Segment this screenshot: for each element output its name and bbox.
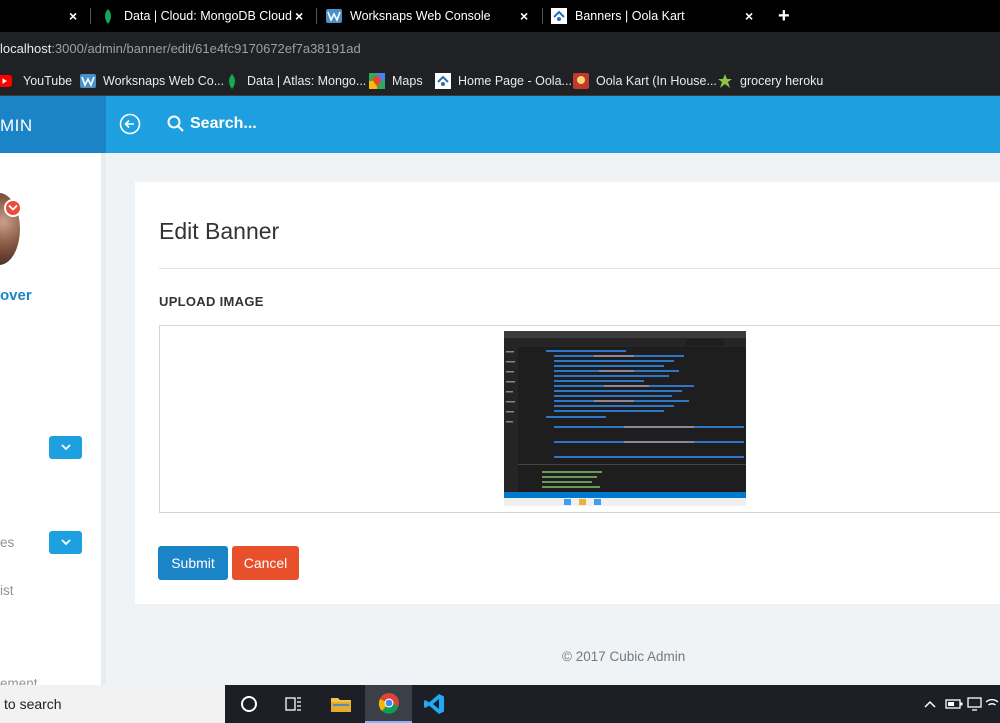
oola-icon: [551, 8, 567, 24]
app-header: [106, 96, 1000, 153]
chevron-down-icon: [8, 204, 18, 211]
submit-button[interactable]: Submit: [158, 546, 228, 580]
bookmarks-bar: YouTube Worksnaps Web Co... Data | Atlas…: [0, 66, 1000, 96]
maps-icon: [369, 73, 385, 89]
bookmark-oola-home[interactable]: Home Page - Oola...: [435, 72, 572, 90]
taskbar-search-box[interactable]: to search: [0, 685, 225, 723]
wifi-icon[interactable]: [984, 685, 1000, 723]
tab-banners-oola-kart[interactable]: Banners | Oola Kart ×: [551, 0, 766, 32]
bookmark-oola-kart[interactable]: Oola Kart (In House...: [573, 72, 717, 90]
upload-image-label: UPLOAD IMAGE: [159, 294, 264, 309]
vscode-icon[interactable]: [411, 685, 457, 723]
oola-kart-icon: [573, 73, 589, 89]
tab-label: Data | Cloud: MongoDB Cloud: [124, 9, 292, 23]
mongodb-leaf-icon: [224, 73, 240, 89]
app-brand-area: MIN: [0, 96, 106, 153]
tab-label: Worksnaps Web Console: [350, 9, 491, 23]
sidebar-toggle-button[interactable]: [49, 436, 82, 459]
footer-copyright: © 2017 Cubic Admin: [562, 649, 686, 664]
search-icon[interactable]: [166, 114, 186, 134]
mongodb-leaf-icon: [100, 8, 116, 24]
close-tab-icon[interactable]: ×: [295, 8, 303, 24]
heroku-icon: [717, 73, 733, 89]
close-tab-icon[interactable]: ×: [69, 8, 77, 24]
browser-tab-partial[interactable]: ×: [0, 0, 90, 32]
app-brand: MIN: [0, 116, 33, 135]
chrome-icon[interactable]: [365, 685, 412, 723]
divider: [159, 268, 1000, 269]
bookmark-maps[interactable]: Maps: [369, 72, 423, 90]
sidebar-item-label[interactable]: es: [0, 535, 14, 550]
windows-taskbar: to search: [0, 685, 1000, 723]
url-text[interactable]: localhost:3000/admin/banner/edit/61e4fc9…: [0, 41, 361, 56]
file-explorer-icon[interactable]: [318, 685, 364, 723]
worksnaps-icon: [80, 73, 96, 89]
search-input[interactable]: [190, 113, 490, 135]
page-title: Edit Banner: [159, 218, 280, 244]
bookmark-mongodb-atlas[interactable]: Data | Atlas: Mongo...: [224, 72, 366, 90]
uploaded-image-preview: [504, 331, 746, 506]
code-editor-screenshot-image: [504, 331, 746, 506]
taskbar-search-text: to search: [4, 696, 62, 712]
notification-badge[interactable]: [4, 199, 22, 217]
tab-mongodb-cloud[interactable]: Data | Cloud: MongoDB Cloud ×: [100, 0, 315, 32]
close-tab-icon[interactable]: ×: [745, 8, 753, 24]
tab-worksnaps[interactable]: Worksnaps Web Console ×: [326, 0, 541, 32]
cortana-icon[interactable]: [226, 685, 272, 723]
bookmark-worksnaps[interactable]: Worksnaps Web Co...: [80, 72, 224, 90]
bookmark-youtube[interactable]: YouTube: [0, 72, 72, 90]
oola-icon: [435, 73, 451, 89]
sidebar-item-label[interactable]: ist: [0, 583, 14, 598]
new-tab-button[interactable]: +: [778, 0, 798, 32]
chevron-down-icon: [60, 539, 71, 546]
sidebar-toggle-button[interactable]: [49, 531, 82, 554]
tab-label: Banners | Oola Kart: [575, 9, 685, 23]
browser-tab-bar: × Data | Cloud: MongoDB Cloud × Worksnap…: [0, 0, 1000, 32]
cancel-button[interactable]: Cancel: [232, 546, 299, 580]
back-arrow-icon[interactable]: [118, 112, 142, 136]
close-tab-icon[interactable]: ×: [520, 8, 528, 24]
youtube-icon: [0, 73, 16, 89]
address-bar[interactable]: localhost:3000/admin/banner/edit/61e4fc9…: [0, 32, 1000, 66]
worksnaps-icon: [326, 8, 342, 24]
bookmark-grocery-heroku[interactable]: grocery heroku: [717, 72, 823, 90]
chevron-down-icon: [60, 444, 71, 451]
user-name[interactable]: over: [0, 287, 32, 304]
task-view-icon[interactable]: [271, 685, 317, 723]
